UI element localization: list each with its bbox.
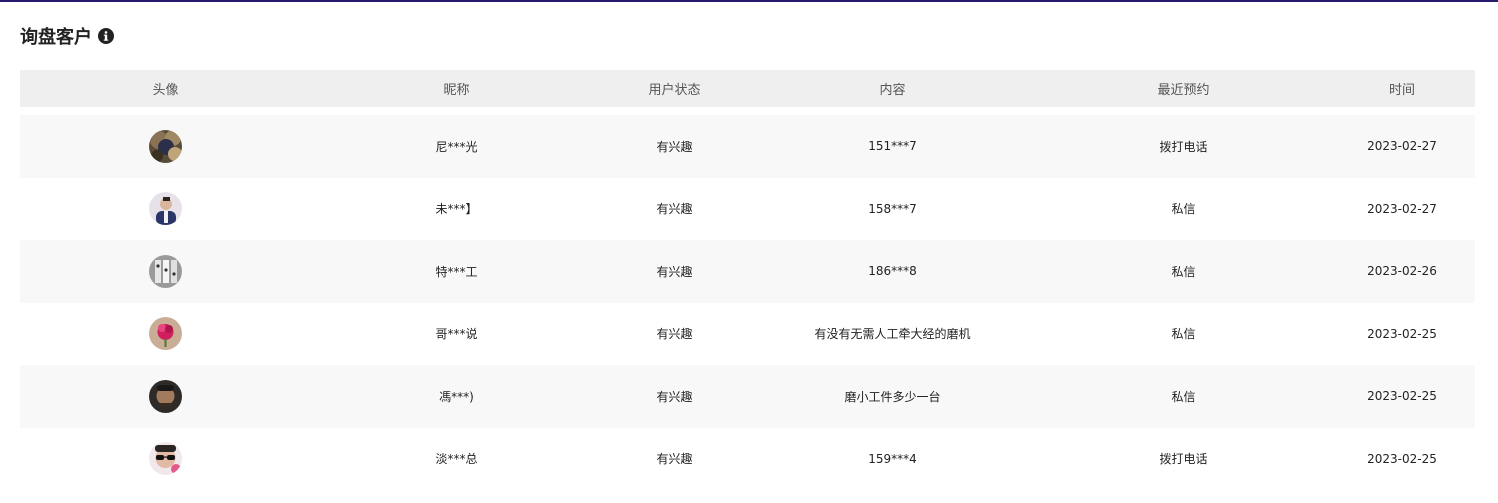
- column-header-time: 时间: [1388, 83, 1415, 98]
- panel-title-text: 询盘客户: [20, 27, 92, 48]
- table-row[interactable]: 淡***总 有兴趣 159***4 拨打电话 2023-02-25: [20, 427, 1475, 490]
- time-cell: 2023-02-27: [1367, 201, 1437, 216]
- table-row[interactable]: 尼***光 有兴趣 151***7 拨打电话 2023-02-27: [20, 115, 1475, 178]
- status-cell: 有兴趣: [656, 202, 693, 217]
- recent-cell: 私信: [1171, 389, 1196, 404]
- table-row[interactable]: 未***】 有兴趣 158***7 私信 2023-02-27: [20, 177, 1475, 240]
- table-body: 尼***光 有兴趣 151***7 拨打电话 2023-02-27 未***】 …: [20, 115, 1475, 490]
- status-cell: 有兴趣: [656, 389, 693, 404]
- time-cell: 2023-02-26: [1367, 264, 1437, 279]
- nickname-cell: 尼***光: [435, 139, 478, 154]
- status-cell: 有兴趣: [656, 327, 693, 342]
- column-header-nickname: 昵称: [443, 83, 470, 98]
- column-header-content: 内容: [879, 83, 906, 98]
- recent-cell: 拨打电话: [1159, 452, 1208, 467]
- content-cell: 186***8: [868, 264, 917, 279]
- time-cell: 2023-02-25: [1367, 326, 1437, 341]
- time-cell: 2023-02-25: [1367, 451, 1437, 466]
- inquiry-table: 头像 昵称 用户状态 内容 最近预约 时间 尼***光 有兴趣 151***7 …: [20, 70, 1475, 490]
- column-header-recent: 最近预约: [1157, 83, 1210, 98]
- avatar[interactable]: [149, 254, 182, 288]
- recent-cell: 私信: [1171, 264, 1196, 279]
- content-cell: 151***7: [868, 139, 917, 154]
- status-cell: 有兴趣: [656, 264, 693, 279]
- status-cell: 有兴趣: [656, 452, 693, 467]
- info-circle-icon[interactable]: [98, 28, 114, 44]
- avatar[interactable]: [149, 129, 182, 163]
- table-row[interactable]: 哥***说 有兴趣 有没有无需人工牵大经的磨机 私信 2023-02-25: [20, 302, 1475, 365]
- content-cell: 有没有无需人工牵大经的磨机: [814, 327, 971, 342]
- recent-cell: 拨打电话: [1159, 139, 1208, 154]
- status-cell: 有兴趣: [656, 139, 693, 154]
- nickname-cell: 特***工: [435, 264, 478, 279]
- column-header-status: 用户状态: [648, 83, 701, 98]
- recent-cell: 私信: [1171, 202, 1196, 217]
- content-cell: 159***4: [868, 451, 917, 466]
- table-row[interactable]: 特***工 有兴趣 186***8 私信 2023-02-26: [20, 240, 1475, 303]
- inquiry-customers-panel: 询盘客户 头像 昵称 用户状态 内容 最近预约 时间 尼***光 有兴趣 151…: [0, 2, 1498, 503]
- nickname-cell: 淡***总: [435, 452, 478, 467]
- panel-title: 询盘客户: [20, 22, 114, 50]
- avatar[interactable]: [149, 317, 182, 351]
- table-header: 头像 昵称 用户状态 内容 最近预约 时间: [20, 70, 1475, 107]
- table-row[interactable]: 馮***) 有兴趣 磨小工件多少一台 私信 2023-02-25: [20, 365, 1475, 428]
- nickname-cell: 馮***): [439, 389, 474, 404]
- nickname-cell: 哥***说: [435, 327, 478, 342]
- avatar[interactable]: [149, 379, 182, 413]
- avatar[interactable]: [149, 192, 182, 226]
- content-cell: 158***7: [868, 201, 917, 216]
- time-cell: 2023-02-27: [1367, 139, 1437, 154]
- time-cell: 2023-02-25: [1367, 389, 1437, 404]
- content-cell: 磨小工件多少一台: [844, 389, 941, 404]
- column-header-avatar: 头像: [152, 83, 179, 98]
- nickname-cell: 未***】: [435, 202, 478, 217]
- recent-cell: 私信: [1171, 327, 1196, 342]
- avatar[interactable]: [149, 442, 182, 476]
